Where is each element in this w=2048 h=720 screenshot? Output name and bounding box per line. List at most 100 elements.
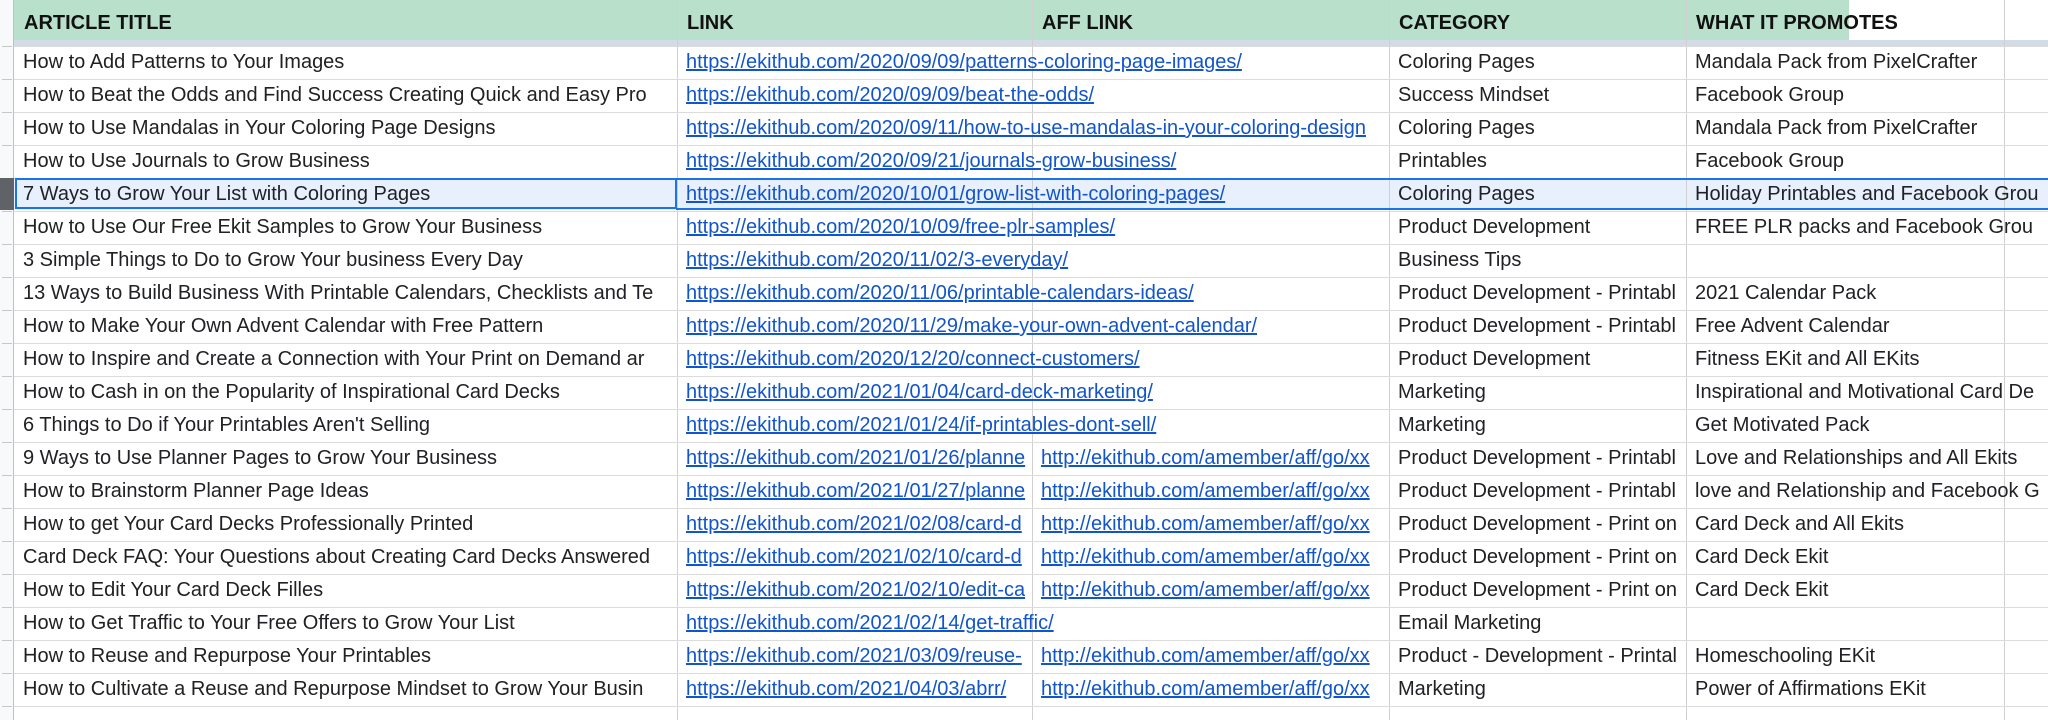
column-header-promotes[interactable]: WHAT IT PROMOTES <box>1686 0 2004 44</box>
cell-title[interactable]: 9 Ways to Use Planner Pages to Grow Your… <box>14 442 677 475</box>
cell-category[interactable]: Printables <box>1389 145 1686 178</box>
cell-category[interactable]: Product Development - Print on <box>1389 508 1686 541</box>
cell-title[interactable]: 3 Simple Things to Do to Grow Your busin… <box>14 244 677 277</box>
cell-promotes[interactable]: Mandala Pack from PixelCrafter <box>1686 46 2048 79</box>
cell-link[interactable]: https://ekithub.com/2021/01/26/planne <box>677 442 1032 475</box>
cell-category[interactable]: Marketing <box>1389 673 1686 706</box>
cell-aff[interactable]: http://ekithub.com/amember/aff/go/xx <box>1032 673 1389 706</box>
cell-link[interactable]: https://ekithub.com/2021/01/24/if-printa… <box>677 409 1389 442</box>
column-header-title[interactable]: ARTICLE TITLE <box>14 0 677 44</box>
cell-promotes[interactable]: Card Deck Ekit <box>1686 574 2048 607</box>
column-header-link[interactable]: LINK <box>677 0 1032 44</box>
cell-link[interactable]: https://ekithub.com/2020/10/09/free-plr-… <box>677 211 1389 244</box>
cell-link[interactable]: https://ekithub.com/2021/02/10/card-d <box>677 541 1032 574</box>
cell-promotes[interactable]: Holiday Printables and Facebook Grou <box>1686 178 2048 211</box>
cell-category[interactable]: Coloring Pages <box>1389 178 1686 211</box>
cell-title[interactable]: How to Edit Your Card Deck Filles <box>14 574 677 607</box>
cell-promotes[interactable]: Card Deck and All Ekits <box>1686 508 2048 541</box>
cell-category[interactable]: Marketing <box>1389 409 1686 442</box>
cell-link[interactable]: https://ekithub.com/2020/09/09/patterns-… <box>677 46 1389 79</box>
cell-category[interactable]: Product Development - Printabl <box>1389 310 1686 343</box>
cell-title[interactable]: How to Cash in on the Popularity of Insp… <box>14 376 677 409</box>
cell-link[interactable]: https://ekithub.com/2021/04/03/abrr/ <box>677 673 1032 706</box>
cell-title[interactable]: 13 Ways to Build Business With Printable… <box>14 277 677 310</box>
cell-link[interactable]: https://ekithub.com/2020/11/06/printable… <box>677 277 1389 310</box>
cell-promotes[interactable] <box>1686 607 2048 640</box>
cell-link[interactable]: https://ekithub.com/2021/01/27/planne <box>677 475 1032 508</box>
cell-category[interactable]: Email Marketing <box>1389 607 1686 640</box>
cell-promotes[interactable]: Facebook Group <box>1686 79 2048 112</box>
cell-title[interactable]: How to Reuse and Repurpose Your Printabl… <box>14 640 677 673</box>
cell-category[interactable]: Product - Development - Printal <box>1389 640 1686 673</box>
cell-promotes[interactable]: Card Deck Ekit <box>1686 541 2048 574</box>
gutter-tick <box>2 409 12 410</box>
cell-title[interactable]: How to Get Traffic to Your Free Offers t… <box>14 607 677 640</box>
cell-title[interactable]: 6 Things to Do if Your Printables Aren't… <box>14 409 677 442</box>
cell-promotes[interactable]: Facebook Group <box>1686 145 2048 178</box>
column-header-category[interactable]: CATEGORY <box>1389 0 1686 44</box>
cell-promotes[interactable]: Power of Affirmations EKit <box>1686 673 2048 706</box>
cell-aff[interactable]: http://ekithub.com/amember/aff/go/xx <box>1032 640 1389 673</box>
cell-category[interactable]: Product Development - Printabl <box>1389 475 1686 508</box>
cell-title[interactable]: How to Inspire and Create a Connection w… <box>14 343 677 376</box>
cell-link[interactable]: https://ekithub.com/2021/02/10/edit-ca <box>677 574 1032 607</box>
cell-link[interactable]: https://ekithub.com/2020/11/02/3-everyda… <box>677 244 1389 277</box>
cell-link[interactable]: https://ekithub.com/2020/10/01/grow-list… <box>677 178 1389 211</box>
cell-link[interactable]: https://ekithub.com/2021/03/09/reuse- <box>677 640 1032 673</box>
cell-title[interactable]: How to Beat the Odds and Find Success Cr… <box>14 79 677 112</box>
cell-title[interactable]: How to Add Patterns to Your Images <box>14 46 677 79</box>
cell-category[interactable]: Success Mindset <box>1389 79 1686 112</box>
cell-category[interactable]: Product Development <box>1389 343 1686 376</box>
active-cell-border <box>15 178 677 209</box>
cell-category[interactable]: Product Development - Printabl <box>1389 442 1686 475</box>
row-number-gutter[interactable] <box>0 0 14 720</box>
cell-promotes[interactable]: Homeschooling EKit <box>1686 640 2048 673</box>
gutter-tick <box>2 211 12 212</box>
cell-category[interactable]: Product Development - Print on <box>1389 541 1686 574</box>
cell-aff[interactable]: http://ekithub.com/amember/aff/go/xx <box>1032 508 1389 541</box>
cell-category[interactable]: Product Development - Printabl <box>1389 277 1686 310</box>
cell-promotes[interactable]: Mandala Pack from PixelCrafter <box>1686 112 2048 145</box>
cell-category[interactable]: Marketing <box>1389 376 1686 409</box>
cell-promotes[interactable]: Love and Relationships and All Ekits <box>1686 442 2048 475</box>
row-divider <box>14 706 2048 707</box>
cell-aff[interactable]: http://ekithub.com/amember/aff/go/xx <box>1032 541 1389 574</box>
cell-promotes[interactable]: 2021 Calendar Pack <box>1686 277 2048 310</box>
selected-row-marker[interactable] <box>0 178 14 210</box>
cell-link[interactable]: https://ekithub.com/2021/02/14/get-traff… <box>677 607 1389 640</box>
cell-link[interactable]: https://ekithub.com/2020/12/20/connect-c… <box>677 343 1389 376</box>
cell-title[interactable]: How to Make Your Own Advent Calendar wit… <box>14 310 677 343</box>
cell-link[interactable]: https://ekithub.com/2021/02/08/card-d <box>677 508 1032 541</box>
cell-title[interactable]: How to Cultivate a Reuse and Repurpose M… <box>14 673 677 706</box>
cell-promotes[interactable] <box>1686 244 2048 277</box>
cell-title[interactable]: How to Use Mandalas in Your Coloring Pag… <box>14 112 677 145</box>
cell-promotes[interactable]: Free Advent Calendar <box>1686 310 2048 343</box>
cell-promotes[interactable]: Fitness EKit and All EKits <box>1686 343 2048 376</box>
spreadsheet-grid[interactable]: ARTICLE TITLE LINK AFF LINK CATEGORY WHAT IT… <box>0 0 2048 720</box>
cell-title[interactable]: How to Use Journals to Grow Business <box>14 145 677 178</box>
cell-title[interactable]: How to get Your Card Decks Professionall… <box>14 508 677 541</box>
cell-promotes[interactable]: FREE PLR packs and Facebook Grou <box>1686 211 2048 244</box>
cell-title[interactable]: How to Brainstorm Planner Page Ideas <box>14 475 677 508</box>
cell-link[interactable]: https://ekithub.com/2020/09/09/beat-the-… <box>677 79 1389 112</box>
cell-aff[interactable]: http://ekithub.com/amember/aff/go/xx <box>1032 442 1389 475</box>
cell-aff[interactable]: http://ekithub.com/amember/aff/go/xx <box>1032 475 1389 508</box>
cell-aff[interactable]: http://ekithub.com/amember/aff/go/xx <box>1032 574 1389 607</box>
cell-title[interactable]: How to Use Our Free Ekit Samples to Grow… <box>14 211 677 244</box>
cell-category[interactable]: Coloring Pages <box>1389 46 1686 79</box>
column-header-aff[interactable]: AFF LINK <box>1032 0 1389 44</box>
gutter-tick <box>2 79 12 80</box>
cell-promotes[interactable]: Get Motivated Pack <box>1686 409 2048 442</box>
cell-title[interactable]: Card Deck FAQ: Your Questions about Crea… <box>14 541 677 574</box>
gutter-tick <box>2 574 12 575</box>
cell-link[interactable]: https://ekithub.com/2021/01/04/card-deck… <box>677 376 1389 409</box>
cell-category[interactable]: Product Development <box>1389 211 1686 244</box>
cell-category[interactable]: Business Tips <box>1389 244 1686 277</box>
cell-link[interactable]: https://ekithub.com/2020/09/11/how-to-us… <box>677 112 1389 145</box>
cell-promotes[interactable]: Inspirational and Motivational Card De <box>1686 376 2048 409</box>
cell-promotes[interactable]: love and Relationship and Facebook G <box>1686 475 2048 508</box>
cell-category[interactable]: Product Development - Print on <box>1389 574 1686 607</box>
cell-link[interactable]: https://ekithub.com/2020/11/29/make-your… <box>677 310 1389 343</box>
cell-category[interactable]: Coloring Pages <box>1389 112 1686 145</box>
cell-link[interactable]: https://ekithub.com/2020/09/21/journals-… <box>677 145 1389 178</box>
